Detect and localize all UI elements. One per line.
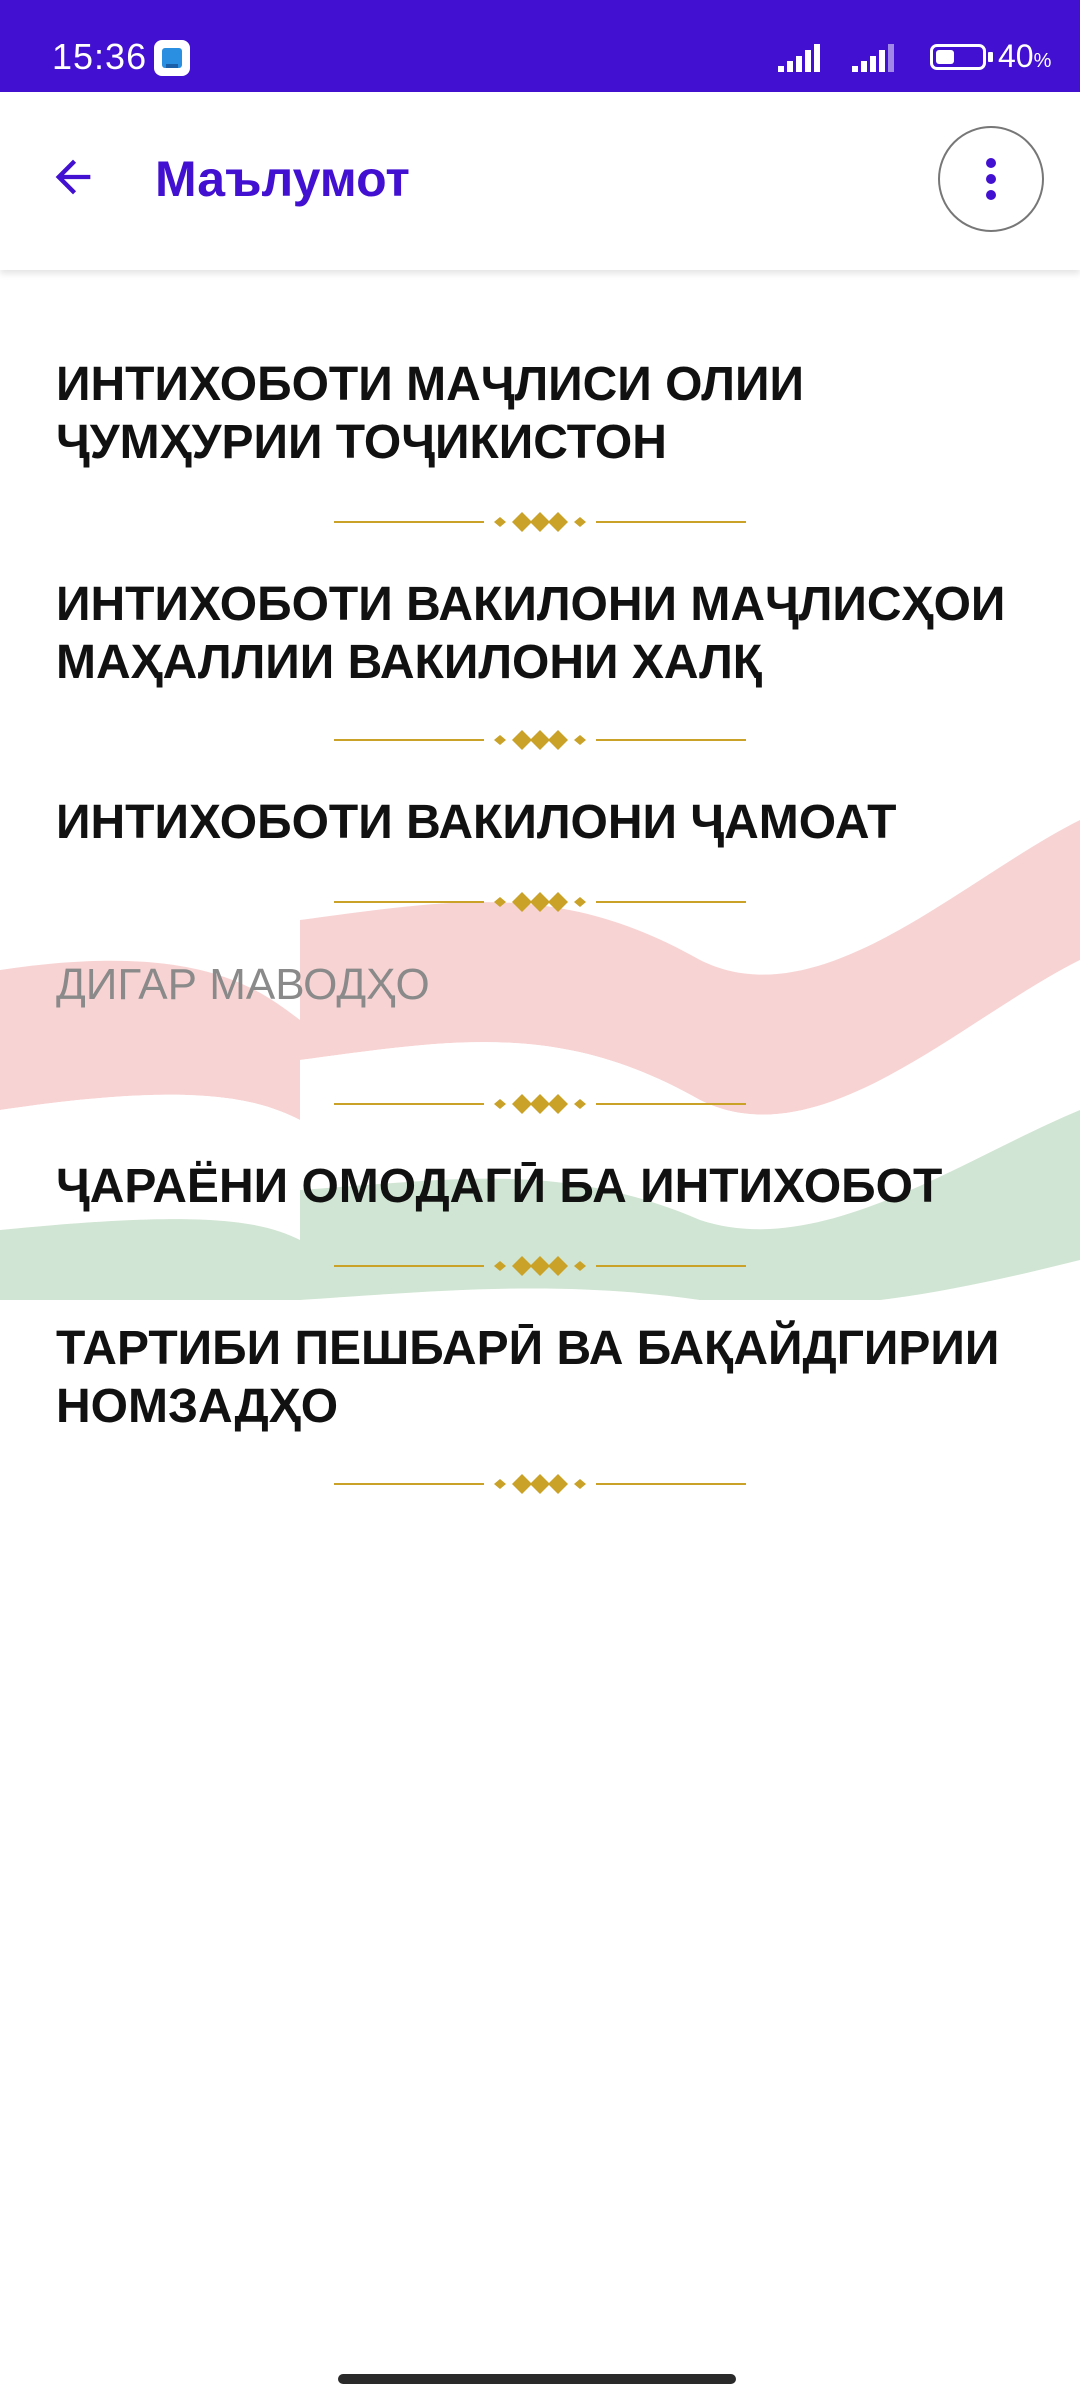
- status-bar: 15:36 40%: [0, 0, 1080, 92]
- battery-percent: 40%: [998, 38, 1051, 75]
- list-item-majlisi-mahalli[interactable]: ИНТИХОБОТИ ВАКИЛОНИ МАҶЛИСҲОИ МАҲАЛЛИИ В…: [56, 576, 1036, 692]
- page-title: Маълумот: [155, 151, 410, 207]
- list-item-jamoat[interactable]: ИНТИХОБОТИ ВАКИЛОНИ ҶАМОАТ: [56, 794, 1036, 852]
- list-item-majlisi-olii[interactable]: ИНТИХОБОТИ МАҶЛИСИ ОЛИИ ҶУМҲУРИИ ТОҶИКИС…: [56, 356, 1036, 472]
- ornamental-divider: [334, 730, 746, 750]
- section-header-other-materials: ДИГАР МАВОДҲО: [56, 960, 430, 1009]
- ornamental-divider: [334, 1094, 746, 1114]
- battery-percent-value: 40: [998, 38, 1034, 74]
- app-bar: Маълумот: [0, 92, 1080, 270]
- list-item-preparation[interactable]: ҶАРАЁНИ ОМОДАГӢ БА ИНТИХОБОТ: [56, 1158, 1036, 1216]
- screen: 15:36 40% Маълумот ИНТИХОБОТИ МАҶЛИСИ ОЛ…: [0, 0, 1080, 2400]
- arrow-back-icon: [55, 159, 91, 195]
- ornamental-divider: [334, 512, 746, 532]
- battery-percent-symbol: %: [1033, 50, 1052, 72]
- battery-icon: [930, 44, 986, 70]
- more-vert-icon: [986, 158, 996, 200]
- ornamental-divider: [334, 892, 746, 912]
- list-item-nomination[interactable]: ТАРТИБИ ПЕШБАРӢ ВА БАҚАЙДГИРИИ НОМЗАДҲО: [56, 1320, 1036, 1436]
- signal-icon-secondary: [852, 44, 894, 72]
- ornamental-divider: [334, 1474, 746, 1494]
- home-indicator[interactable]: [338, 2374, 736, 2384]
- more-options-button[interactable]: [938, 126, 1044, 232]
- notification-app-icon: [154, 40, 190, 76]
- ornamental-divider: [334, 1256, 746, 1276]
- back-button[interactable]: [28, 132, 118, 222]
- status-time: 15:36: [52, 36, 148, 77]
- signal-icon: [778, 44, 820, 72]
- battery-fill: [936, 50, 954, 64]
- battery-tip: [988, 52, 993, 62]
